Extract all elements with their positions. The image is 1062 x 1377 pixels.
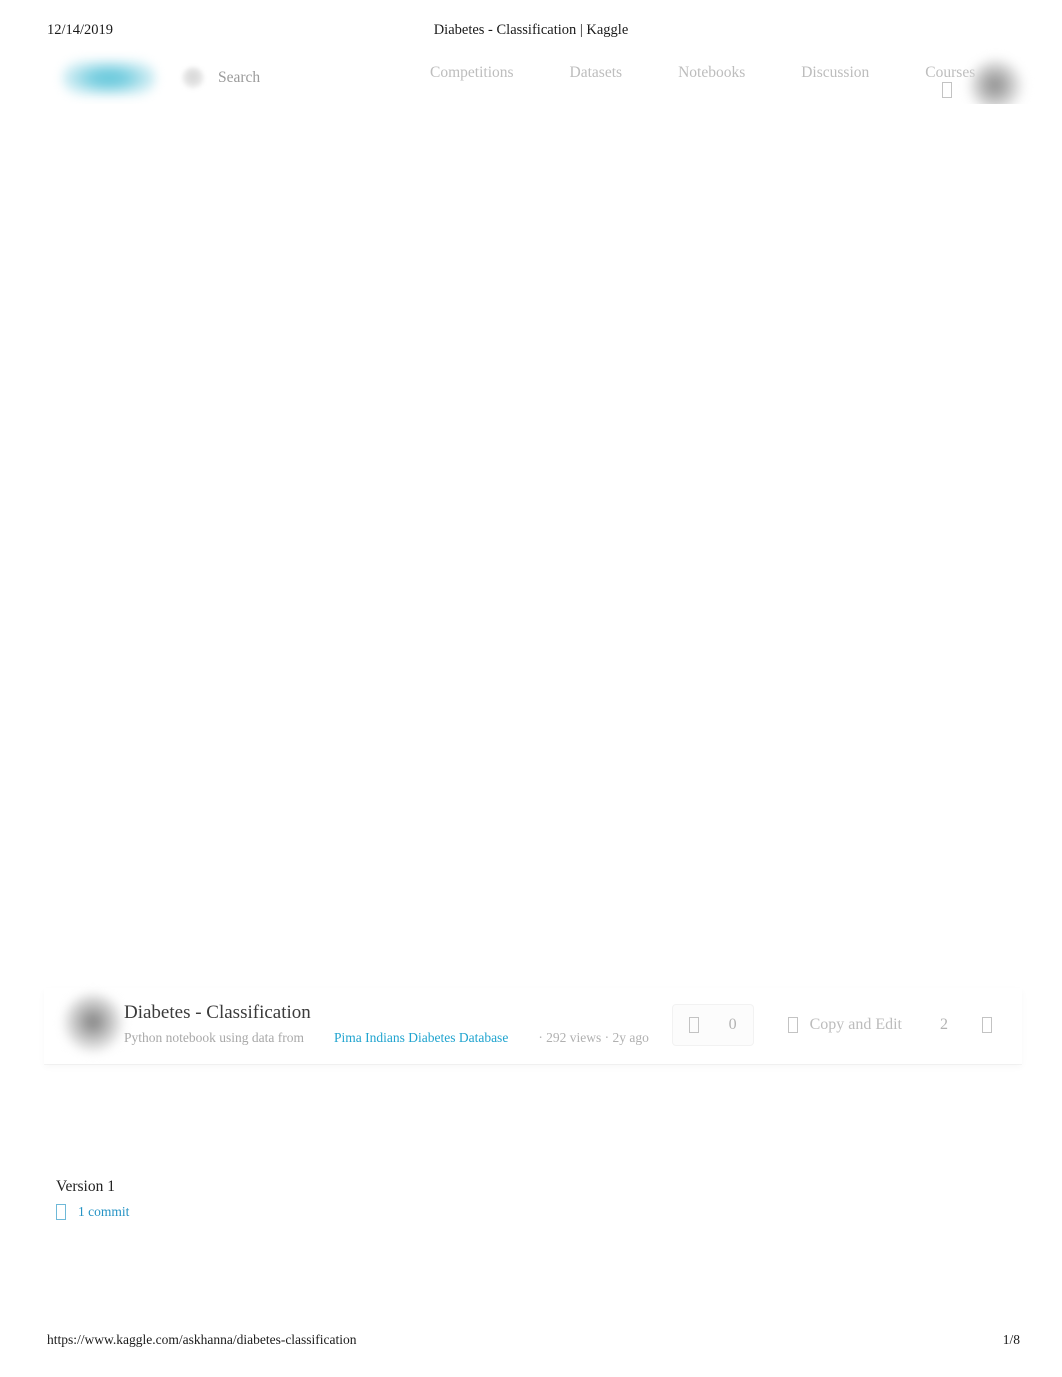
nav-link-competitions[interactable]: Competitions <box>430 64 514 82</box>
dataset-link[interactable]: Pima Indians Diabetes Database <box>334 1030 508 1046</box>
nav-link-datasets[interactable]: Datasets <box>570 64 623 82</box>
notebook-author-avatar[interactable] <box>64 994 122 1052</box>
bell-icon[interactable] <box>942 82 952 98</box>
version-block: Version 1 1 commit <box>56 1178 129 1220</box>
search-input[interactable]: Search <box>182 64 260 92</box>
notebook-header-bar: Diabetes - Classification Python noteboo… <box>44 988 1022 1064</box>
search-icon <box>182 67 204 89</box>
commit-link[interactable]: 1 commit <box>78 1204 129 1220</box>
kaggle-logo[interactable] <box>62 60 156 96</box>
upvote-button[interactable]: 0 <box>671 1004 754 1046</box>
ellipsis-icon[interactable] <box>982 1017 992 1033</box>
copy-and-edit-button[interactable]: Copy and Edit <box>787 1016 902 1034</box>
fork-count: 2 <box>940 1016 948 1033</box>
document-title: Diabetes - Classification | Kaggle <box>433 22 629 38</box>
notebook-actions: 0 Copy and Edit 2 <box>671 998 1018 1052</box>
site-navigation-bar: Search Competitions Datasets Notebooks D… <box>0 52 1062 112</box>
print-header: 12/14/2019 Diabetes - Classification | K… <box>0 22 1062 44</box>
version-label: Version 1 <box>56 1178 115 1195</box>
commit-branch-icon <box>56 1204 66 1220</box>
vote-count: 0 <box>728 1016 737 1033</box>
footer-url: https://www.kaggle.com/askhanna/diabetes… <box>47 1332 357 1347</box>
nav-link-notebooks[interactable]: Notebooks <box>678 64 745 82</box>
copy-and-edit-label: Copy and Edit <box>809 1016 902 1033</box>
notebook-subline: Python notebook using data from Pima Ind… <box>124 1030 649 1046</box>
nav-links: Competitions Datasets Notebooks Discussi… <box>430 64 975 82</box>
notebook-subtitle: Python notebook using data from <box>124 1030 304 1045</box>
notebook-meta: · 292 views · 2y ago <box>538 1030 649 1045</box>
upvote-arrow-icon <box>688 1017 699 1033</box>
nav-link-discussion[interactable]: Discussion <box>801 64 869 82</box>
print-footer: https://www.kaggle.com/askhanna/diabetes… <box>0 1332 1062 1354</box>
notebook-title: Diabetes - Classification <box>124 1002 311 1023</box>
notebook-content-area <box>0 104 1062 984</box>
search-placeholder: Search <box>218 69 261 86</box>
copy-icon <box>787 1017 798 1033</box>
commit-row[interactable]: 1 commit <box>56 1204 129 1220</box>
footer-page-indicator: 1/8 <box>1002 1332 1020 1347</box>
